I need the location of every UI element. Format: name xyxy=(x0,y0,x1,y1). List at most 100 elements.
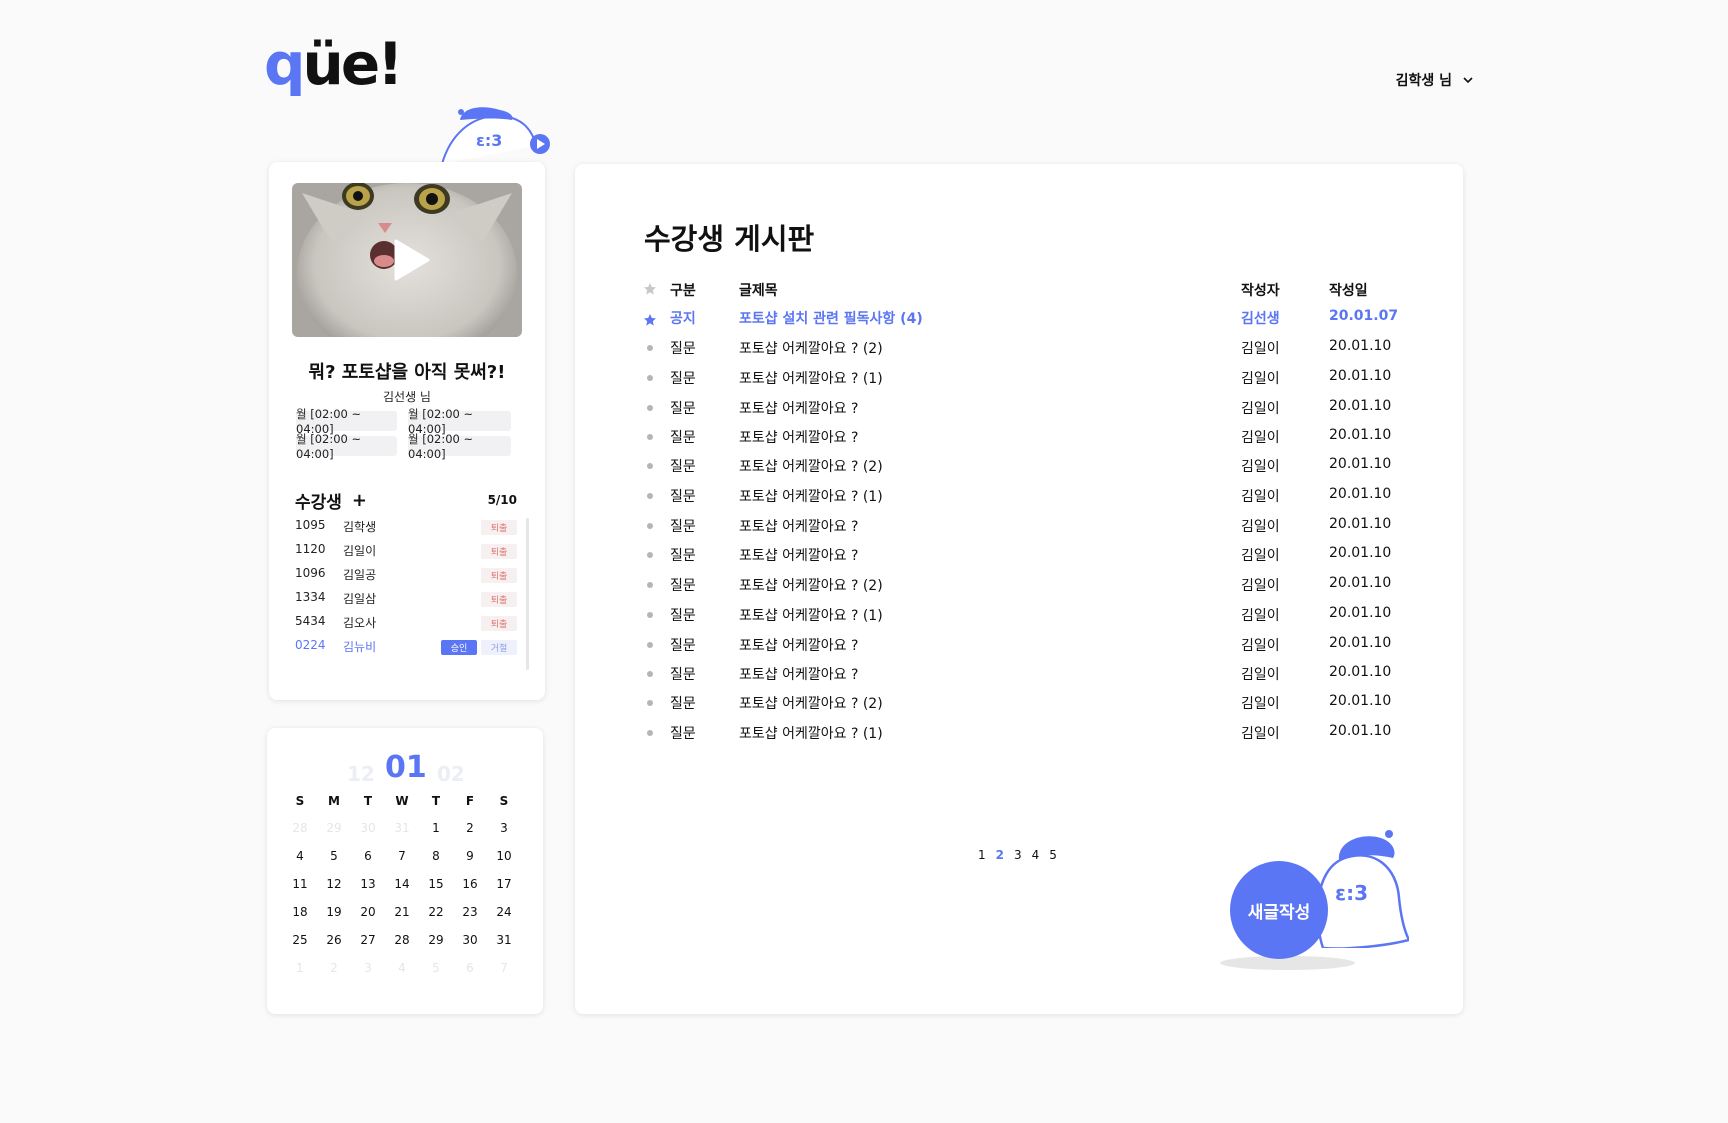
calendar-day[interactable]: 3 xyxy=(351,954,385,982)
student-name: 김오사 xyxy=(343,616,377,630)
add-student-button[interactable]: + xyxy=(352,491,367,510)
calendar-day[interactable]: 6 xyxy=(351,842,385,870)
col-date: 작성일 xyxy=(1329,283,1368,299)
reject-button[interactable]: 거절 xyxy=(481,640,517,655)
post-title[interactable]: 포토샵 어케깔아요 ? xyxy=(739,398,858,418)
post-row[interactable]: 질문 포토샵 어케깔아요 ? 김일이 20.01.10 xyxy=(575,395,1463,425)
calendar-day[interactable]: 1 xyxy=(419,814,453,842)
write-post-button[interactable]: 새글작성 xyxy=(1230,861,1328,959)
calendar-day[interactable]: 30 xyxy=(453,926,487,954)
post-title[interactable]: 포토샵 어케깔아요 ? xyxy=(739,516,858,536)
post-row[interactable]: 질문 포토샵 어케깔아요 ? 김일이 20.01.10 xyxy=(575,661,1463,691)
kick-button[interactable]: 퇴출 xyxy=(481,568,517,583)
post-title[interactable]: 포토샵 어케깔아요 ? (1) xyxy=(739,486,883,506)
video-thumbnail[interactable] xyxy=(292,183,522,337)
page-link[interactable]: 5 xyxy=(1049,848,1057,862)
user-menu[interactable]: 김학생 님 xyxy=(1396,70,1474,90)
calendar-day[interactable]: 21 xyxy=(385,898,419,926)
calendar-day[interactable]: 28 xyxy=(283,814,317,842)
page-link[interactable]: 1 xyxy=(978,848,986,862)
calendar-day[interactable]: 25 xyxy=(283,926,317,954)
post-category: 질문 xyxy=(670,519,696,535)
calendar-card: 12 01 02 S M T W T F S 28 29 30 31 1 2 3 4 5 6 7 8 9 10 11 12 1… xyxy=(267,728,543,1014)
calendar-day[interactable]: 12 xyxy=(317,870,351,898)
calendar-day[interactable]: 16 xyxy=(453,870,487,898)
calendar-day[interactable]: 26 xyxy=(317,926,351,954)
calendar-day[interactable]: 29 xyxy=(317,814,351,842)
post-row[interactable]: 질문 포토샵 어케깔아요 ? (1) 김일이 20.01.10 xyxy=(575,720,1463,750)
notice-row[interactable]: 공지 포토샵 설치 관련 필독사항 (4) 김선생 20.01.07 xyxy=(575,305,1463,335)
approve-button[interactable]: 승인 xyxy=(441,640,477,655)
calendar-day[interactable]: 11 xyxy=(283,870,317,898)
post-row[interactable]: 질문 포토샵 어케깔아요 ? 김일이 20.01.10 xyxy=(575,513,1463,543)
calendar-day[interactable]: 14 xyxy=(385,870,419,898)
kick-button[interactable]: 퇴출 xyxy=(481,592,517,607)
calendar-day[interactable]: 18 xyxy=(283,898,317,926)
calendar-day[interactable]: 1 xyxy=(283,954,317,982)
calendar-day[interactable]: 6 xyxy=(453,954,487,982)
post-row[interactable]: 질문 포토샵 어케깔아요 ? (2) 김일이 20.01.10 xyxy=(575,453,1463,483)
post-row[interactable]: 질문 포토샵 어케깔아요 ? 김일이 20.01.10 xyxy=(575,542,1463,572)
calendar-day[interactable]: 9 xyxy=(453,842,487,870)
calendar-day[interactable]: 15 xyxy=(419,870,453,898)
kick-button[interactable]: 퇴출 xyxy=(481,616,517,631)
next-month[interactable]: 02 xyxy=(437,762,465,786)
calendar-day[interactable]: 23 xyxy=(453,898,487,926)
calendar-day[interactable]: 5 xyxy=(317,842,351,870)
post-title[interactable]: 포토샵 어케깔아요 ? xyxy=(739,427,858,447)
calendar-day[interactable]: 20 xyxy=(351,898,385,926)
post-title[interactable]: 포토샵 설치 관련 필독사항 (4) xyxy=(739,308,923,328)
calendar-day[interactable]: 2 xyxy=(453,814,487,842)
calendar-day[interactable]: 13 xyxy=(351,870,385,898)
calendar-day[interactable]: 7 xyxy=(487,954,521,982)
calendar-day[interactable]: 10 xyxy=(487,842,521,870)
student-row: 1095 김학생 퇴출 xyxy=(295,514,517,538)
post-title[interactable]: 포토샵 어케깔아요 ? (1) xyxy=(739,605,883,625)
calendar-day[interactable]: 22 xyxy=(419,898,453,926)
page-link[interactable]: 2 xyxy=(996,848,1004,862)
calendar-day[interactable]: 4 xyxy=(283,842,317,870)
post-row[interactable]: 질문 포토샵 어케깔아요 ? (2) 김일이 20.01.10 xyxy=(575,335,1463,365)
calendar-day[interactable]: 30 xyxy=(351,814,385,842)
post-title[interactable]: 포토샵 어케깔아요 ? xyxy=(739,545,858,565)
calendar-day[interactable]: 4 xyxy=(385,954,419,982)
calendar-day[interactable]: 31 xyxy=(385,814,419,842)
post-title[interactable]: 포토샵 어케깔아요 ? (2) xyxy=(739,693,883,713)
post-title[interactable]: 포토샵 어케깔아요 ? xyxy=(739,664,858,684)
post-title[interactable]: 포토샵 어케깔아요 ? (1) xyxy=(739,723,883,743)
schedule-chip: 월 [02:00 ~ 04:00] xyxy=(408,432,511,461)
post-title[interactable]: 포토샵 어케깔아요 ? (2) xyxy=(739,575,883,595)
col-category: 구분 xyxy=(670,283,696,299)
post-title[interactable]: 포토샵 어케깔아요 ? (2) xyxy=(739,338,883,358)
post-category: 질문 xyxy=(670,341,696,357)
calendar-day[interactable]: 5 xyxy=(419,954,453,982)
post-row[interactable]: 질문 포토샵 어케깔아요 ? (1) 김일이 20.01.10 xyxy=(575,365,1463,395)
calendar-day[interactable]: 28 xyxy=(385,926,419,954)
post-row[interactable]: 질문 포토샵 어케깔아요 ? 김일이 20.01.10 xyxy=(575,424,1463,454)
calendar-day[interactable]: 29 xyxy=(419,926,453,954)
calendar-day[interactable]: 24 xyxy=(487,898,521,926)
prev-month[interactable]: 12 xyxy=(347,762,375,786)
page-link[interactable]: 4 xyxy=(1032,848,1040,862)
calendar-day[interactable]: 31 xyxy=(487,926,521,954)
calendar-day[interactable]: 7 xyxy=(385,842,419,870)
calendar-day[interactable]: 27 xyxy=(351,926,385,954)
post-title[interactable]: 포토샵 어케깔아요 ? (1) xyxy=(739,368,883,388)
post-row[interactable]: 질문 포토샵 어케깔아요 ? (1) 김일이 20.01.10 xyxy=(575,483,1463,513)
post-title[interactable]: 포토샵 어케깔아요 ? (2) xyxy=(739,456,883,476)
calendar-day[interactable]: 8 xyxy=(419,842,453,870)
kick-button[interactable]: 퇴출 xyxy=(481,520,517,535)
student-list-scrollbar[interactable] xyxy=(526,518,529,670)
page-link[interactable]: 3 xyxy=(1014,848,1022,862)
post-title[interactable]: 포토샵 어케깔아요 ? xyxy=(739,635,858,655)
calendar-day[interactable]: 3 xyxy=(487,814,521,842)
post-row[interactable]: 질문 포토샵 어케깔아요 ? 김일이 20.01.10 xyxy=(575,632,1463,662)
calendar-day[interactable]: 2 xyxy=(317,954,351,982)
post-row[interactable]: 질문 포토샵 어케깔아요 ? (2) 김일이 20.01.10 xyxy=(575,690,1463,720)
post-row[interactable]: 질문 포토샵 어케깔아요 ? (1) 김일이 20.01.10 xyxy=(575,602,1463,632)
calendar-day[interactable]: 19 xyxy=(317,898,351,926)
post-row[interactable]: 질문 포토샵 어케깔아요 ? (2) 김일이 20.01.10 xyxy=(575,572,1463,602)
calendar-day[interactable]: 17 xyxy=(487,870,521,898)
que-logo[interactable]: q üe! xyxy=(264,34,404,94)
kick-button[interactable]: 퇴출 xyxy=(481,544,517,559)
